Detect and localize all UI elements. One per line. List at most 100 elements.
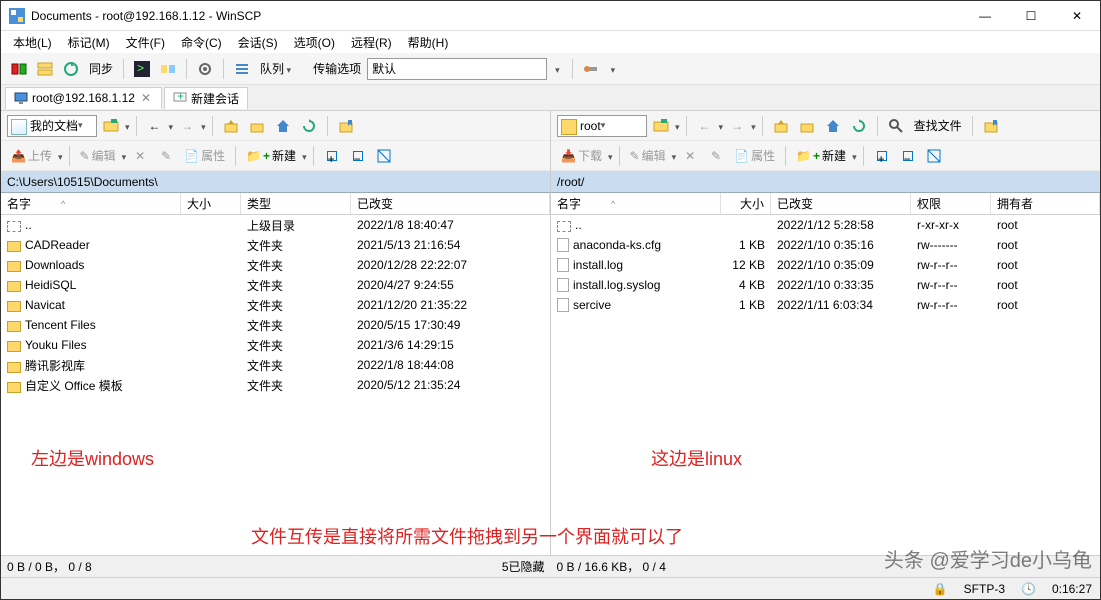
compare-icon[interactable] <box>7 57 31 81</box>
menu-local[interactable]: 本地(L) <box>7 32 58 53</box>
list-item[interactable]: HeidiSQL文件夹2020/4/27 9:24:55 <box>1 275 550 295</box>
back-icon[interactable]: ← <box>143 114 167 138</box>
new-session-label: 新建会话 <box>191 90 239 107</box>
refresh-icon[interactable] <box>847 114 871 138</box>
menu-file[interactable]: 文件(F) <box>120 32 171 53</box>
new-session-tab[interactable]: + 新建会话 <box>164 87 248 109</box>
bookmark-icon[interactable] <box>979 114 1003 138</box>
svg-text:+: + <box>177 91 184 103</box>
session-drop[interactable] <box>605 62 622 76</box>
session-tab[interactable]: root@192.168.1.12 ✕ <box>5 87 162 109</box>
lock-icon[interactable]: 🔒 <box>933 582 948 596</box>
col-type[interactable]: 类型 <box>241 193 351 214</box>
find-label[interactable]: 查找文件 <box>910 117 966 134</box>
col-owner[interactable]: 拥有者 <box>991 193 1100 214</box>
open-folder-icon[interactable] <box>649 114 673 138</box>
sync-icon[interactable] <box>59 57 83 81</box>
list-item[interactable]: ..2022/1/12 5:28:58r-xr-xr-xroot <box>551 215 1100 235</box>
root-icon[interactable] <box>795 114 819 138</box>
local-drive-combo[interactable]: 我的文档 <box>7 115 97 137</box>
col-name[interactable]: 名字 ^ <box>1 193 181 214</box>
invert-icon[interactable] <box>922 144 946 168</box>
local-file-list[interactable]: ..上级目录2022/1/8 18:40:47CADReader文件夹2021/… <box>1 215 550 555</box>
new-button[interactable]: 📁+ 新建 <box>242 147 300 164</box>
remote-file-list[interactable]: ..2022/1/12 5:28:58r-xr-xr-xrootanaconda… <box>551 215 1100 555</box>
transfer-combo-drop[interactable] <box>549 62 566 76</box>
monitor-icon <box>14 91 28 105</box>
list-item[interactable]: Youku Files文件夹2021/3/6 14:29:15 <box>1 335 550 355</box>
queue-icon[interactable] <box>230 57 254 81</box>
queue-label[interactable]: 队列 <box>256 60 295 77</box>
col-name[interactable]: 名字 ^ <box>551 193 721 214</box>
back-icon[interactable]: ← <box>693 114 717 138</box>
new-button[interactable]: 📁+ 新建 <box>792 147 850 164</box>
drive-drop[interactable] <box>125 119 130 133</box>
list-item[interactable]: install.log.syslog4 KB2022/1/10 0:33:35r… <box>551 275 1100 295</box>
gear-icon[interactable] <box>193 57 217 81</box>
col-changed[interactable]: 已改变 <box>351 193 550 214</box>
list-item[interactable]: Downloads文件夹2020/12/28 22:22:07 <box>1 255 550 275</box>
new-session-icon: + <box>173 91 187 105</box>
select-all-icon[interactable]: + <box>320 144 344 168</box>
sync-dir-icon[interactable] <box>156 57 180 81</box>
rename-icon[interactable]: ✎ <box>704 144 728 168</box>
menu-session[interactable]: 会话(S) <box>232 32 284 53</box>
list-item[interactable]: ..上级目录2022/1/8 18:40:47 <box>1 215 550 235</box>
col-size[interactable]: 大小 <box>721 193 771 214</box>
status-bar: 0 B / 0 B， 0 / 85已隐藏 0 B / 16.6 KB， 0 / … <box>1 555 1100 577</box>
list-item[interactable]: CADReader文件夹2021/5/13 21:16:54 <box>1 235 550 255</box>
parent-icon[interactable] <box>219 114 243 138</box>
local-panel: 我的文档 ← → 📤 上传 ✎ 编辑 ✕ ✎ 📄 属性 📁+ 新建 <box>1 111 551 555</box>
list-item[interactable]: sercive1 KB2022/1/11 6:03:34rw-r--r--roo… <box>551 295 1100 315</box>
edit-button[interactable]: ✎ 编辑 <box>626 147 670 164</box>
list-item[interactable]: 腾讯影视库文件夹2022/1/8 18:44:08 <box>1 355 550 375</box>
rename-icon[interactable]: ✎ <box>154 144 178 168</box>
download-button[interactable]: 📥 下载 <box>557 147 606 164</box>
col-size[interactable]: 大小 <box>181 193 241 214</box>
tab-close-icon[interactable]: ✕ <box>139 91 153 105</box>
remote-drive-combo[interactable]: root <box>557 115 647 137</box>
menu-mark[interactable]: 标记(M) <box>62 32 116 53</box>
props-button[interactable]: 📄 属性 <box>180 147 229 164</box>
props-button[interactable]: 📄 属性 <box>730 147 779 164</box>
parent-icon[interactable] <box>769 114 793 138</box>
upload-button[interactable]: 📤 上传 <box>7 147 56 164</box>
sync-label[interactable]: 同步 <box>85 60 117 77</box>
delete-icon[interactable]: ✕ <box>128 144 152 168</box>
open-folder-icon[interactable] <box>99 114 123 138</box>
home-icon[interactable] <box>821 114 845 138</box>
col-changed[interactable]: 已改变 <box>771 193 911 214</box>
menu-help[interactable]: 帮助(H) <box>402 32 455 53</box>
forward-icon[interactable]: → <box>175 114 199 138</box>
invert-icon[interactable] <box>372 144 396 168</box>
list-item[interactable]: Navicat文件夹2021/12/20 21:35:22 <box>1 295 550 315</box>
find-icon[interactable] <box>884 114 908 138</box>
list-item[interactable]: 自定义 Office 模板文件夹2020/5/12 21:35:24 <box>1 375 550 395</box>
menu-option[interactable]: 选项(O) <box>288 32 341 53</box>
transfer-preset-combo[interactable]: 默认 <box>367 58 547 80</box>
list-item[interactable]: anaconda-ks.cfg1 KB2022/1/10 0:35:16rw--… <box>551 235 1100 255</box>
list-item[interactable]: install.log12 KB2022/1/10 0:35:09rw-r--r… <box>551 255 1100 275</box>
close-button[interactable]: ✕ <box>1054 1 1100 31</box>
root-icon[interactable] <box>245 114 269 138</box>
maximize-button[interactable]: ☐ <box>1008 1 1054 31</box>
deselect-all-icon[interactable]: − <box>896 144 920 168</box>
menu-command[interactable]: 命令(C) <box>175 32 228 53</box>
terminal-icon[interactable]: > <box>130 57 154 81</box>
remote-path[interactable]: /root/ <box>551 171 1100 193</box>
sync-browse-icon[interactable] <box>33 57 57 81</box>
refresh-icon[interactable] <box>297 114 321 138</box>
minimize-button[interactable]: — <box>962 1 1008 31</box>
deselect-all-icon[interactable]: − <box>346 144 370 168</box>
col-perm[interactable]: 权限 <box>911 193 991 214</box>
menu-remote[interactable]: 远程(R) <box>345 32 398 53</box>
bookmark-icon[interactable] <box>334 114 358 138</box>
disconnect-icon[interactable] <box>579 57 603 81</box>
list-item[interactable]: Tencent Files文件夹2020/5/15 17:30:49 <box>1 315 550 335</box>
select-all-icon[interactable]: + <box>870 144 894 168</box>
delete-icon[interactable]: ✕ <box>678 144 702 168</box>
local-path[interactable]: C:\Users\10515\Documents\ <box>1 171 550 193</box>
edit-button[interactable]: ✎ 编辑 <box>76 147 120 164</box>
home-icon[interactable] <box>271 114 295 138</box>
forward-icon[interactable]: → <box>725 114 749 138</box>
